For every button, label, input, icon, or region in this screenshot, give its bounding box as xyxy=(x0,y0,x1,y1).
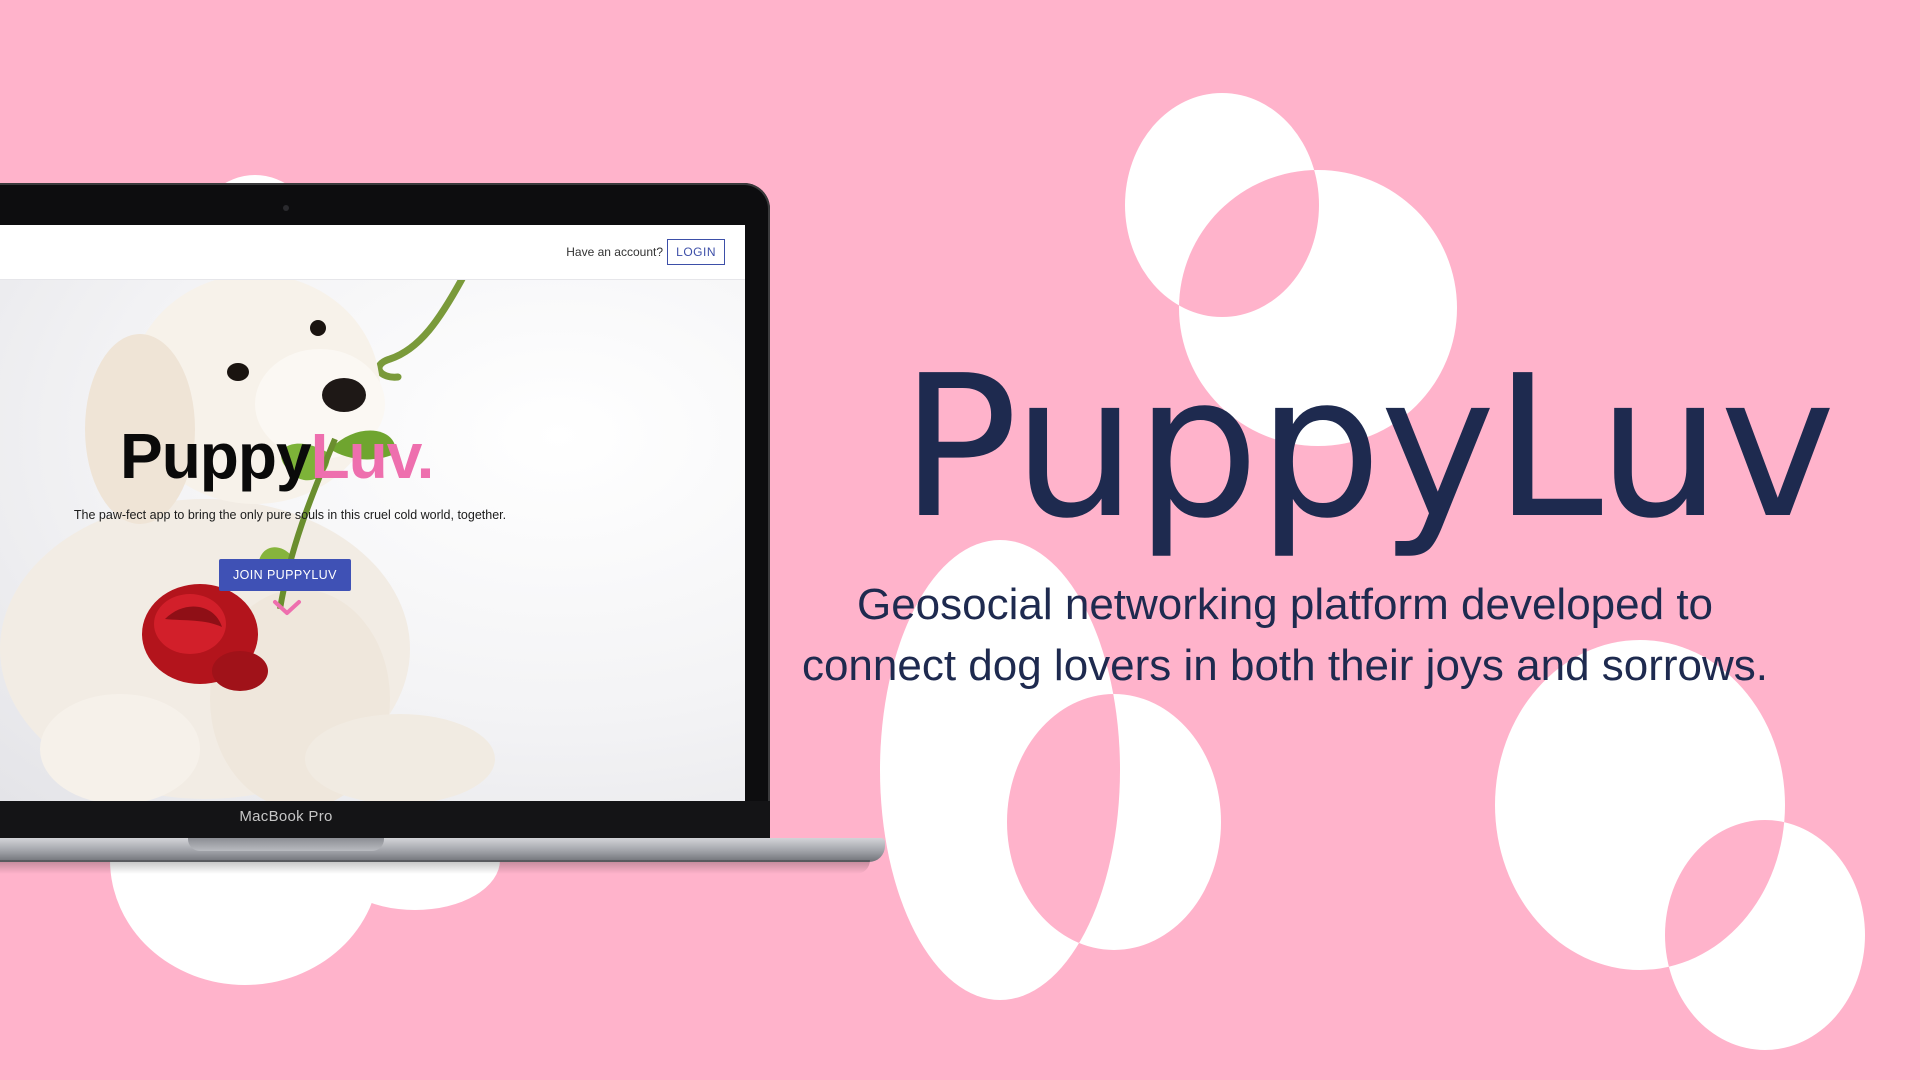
chevron-down-icon[interactable] xyxy=(271,597,303,619)
join-button[interactable]: JOIN PUPPYLUV xyxy=(219,559,351,591)
hero-tagline: The paw-fect app to bring the only pure … xyxy=(73,508,507,522)
camera-icon xyxy=(283,205,289,211)
have-account-text: Have an account? xyxy=(566,245,663,259)
laptop-model-label: MacBook Pro xyxy=(239,808,333,825)
laptop-shadow xyxy=(0,860,870,874)
hero-section: PuppyLuv. The paw-fect app to bring the … xyxy=(0,279,745,801)
logo-text-puppy: Puppy xyxy=(120,420,312,492)
page-title: PuppyLuv xyxy=(900,334,1836,562)
page-description: Geosocial networking platform developed … xyxy=(801,580,1769,690)
puppy-with-rose-image xyxy=(0,279,495,801)
login-button[interactable]: LOGIN xyxy=(667,239,725,265)
logo-text-luv: Luv. xyxy=(310,420,435,492)
site-header: Have an account? LOGIN xyxy=(0,225,745,280)
laptop-hinge-notch xyxy=(188,838,384,851)
laptop-base xyxy=(0,838,885,862)
laptop-screen: Have an account? LOGIN PuppyLuv. The paw… xyxy=(0,225,745,801)
site-logo: PuppyLuv. xyxy=(120,419,435,493)
